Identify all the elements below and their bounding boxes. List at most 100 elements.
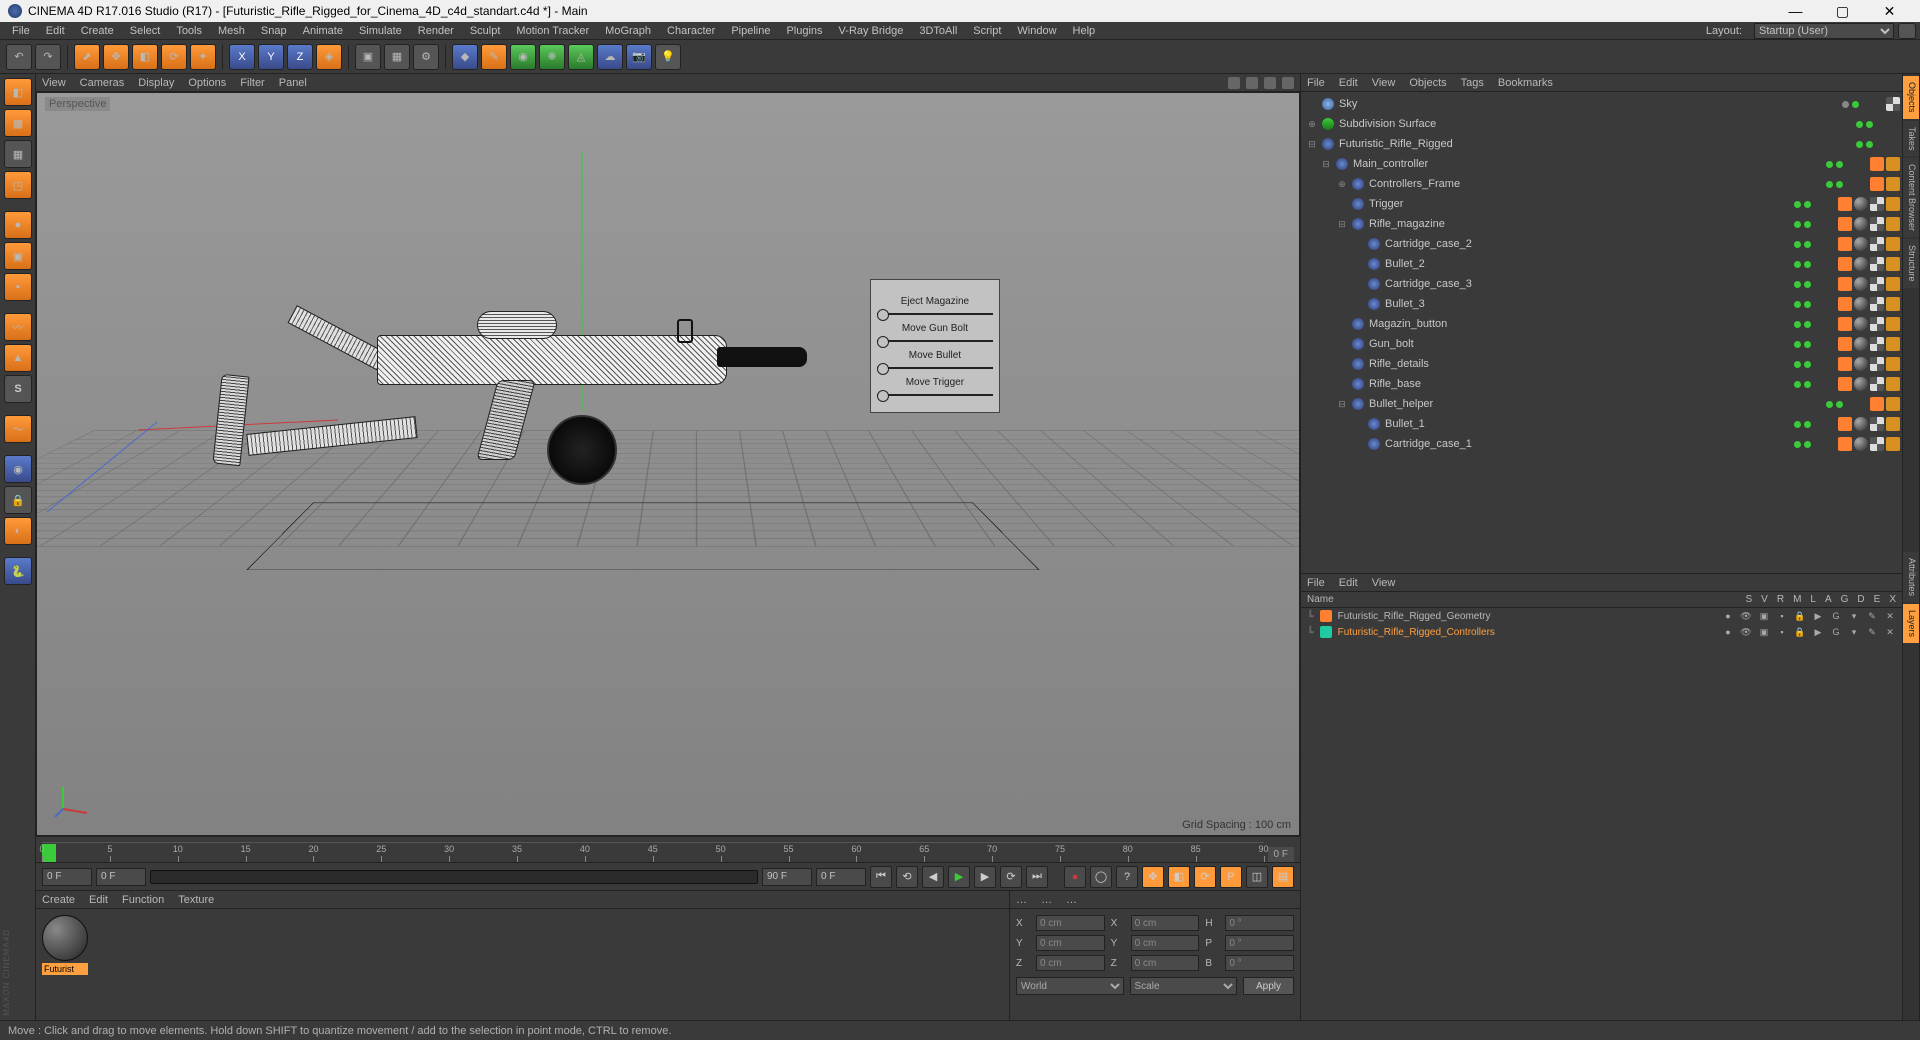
record-icon[interactable]: ●	[1064, 866, 1086, 888]
tag-star-icon[interactable]	[1886, 157, 1900, 171]
layer-row[interactable]: ┗Futuristic_Rifle_Rigged_Controllers●👁▣▪…	[1301, 624, 1902, 640]
keyopt-icon[interactable]: ?	[1116, 866, 1138, 888]
menu-item[interactable]: Render	[410, 23, 462, 39]
object-node[interactable]: Cartridge_case_1	[1303, 434, 1900, 454]
visibility-dots[interactable]	[1794, 201, 1811, 208]
object-node[interactable]: Cartridge_case_2	[1303, 234, 1900, 254]
tag-orange-icon[interactable]	[1838, 437, 1852, 451]
tag-star-icon[interactable]	[1886, 437, 1900, 451]
layer-toggle-icon[interactable]: 🔒	[1794, 626, 1806, 638]
coord-input[interactable]	[1225, 935, 1294, 951]
light-icon[interactable]: 💡	[655, 44, 681, 70]
object-node[interactable]: Sky	[1303, 94, 1900, 114]
close-button[interactable]: ✕	[1867, 1, 1912, 21]
layer-toggle-icon[interactable]: ▶	[1812, 610, 1824, 622]
menu-item[interactable]: V-Ray Bridge	[831, 23, 912, 39]
subdivision-icon[interactable]: ◉	[510, 44, 536, 70]
tag-orange-icon[interactable]	[1838, 377, 1852, 391]
coord-hdr[interactable]: …	[1041, 894, 1052, 906]
expand-icon[interactable]: ⊟	[1307, 139, 1317, 150]
coord-hdr[interactable]: …	[1066, 894, 1077, 906]
point-mode-icon[interactable]: ▪	[4, 273, 32, 301]
right-tab[interactable]: Takes	[1903, 121, 1919, 157]
object-tags[interactable]	[1838, 297, 1900, 311]
expand-icon[interactable]: ⊟	[1337, 219, 1347, 230]
tag-chk-icon[interactable]	[1870, 237, 1884, 251]
layout-select[interactable]: Startup (User)	[1754, 23, 1894, 39]
visibility-dots[interactable]	[1794, 441, 1811, 448]
tag-orange-icon[interactable]	[1838, 217, 1852, 231]
menu-item[interactable]: Character	[659, 23, 723, 39]
layer-toggle-icon[interactable]: 👁	[1740, 610, 1752, 622]
key-pos-icon[interactable]: ✥	[1142, 866, 1164, 888]
visibility-dots[interactable]	[1794, 301, 1811, 308]
lay-menu[interactable]: File	[1307, 577, 1325, 589]
layer-toggle-icon[interactable]: ●	[1722, 610, 1734, 622]
mat-menu[interactable]: Create	[42, 894, 75, 906]
visibility-dots[interactable]	[1794, 241, 1811, 248]
visibility-dots[interactable]	[1794, 221, 1811, 228]
uv-mode-icon[interactable]: ▦	[4, 140, 32, 168]
menu-item[interactable]: Motion Tracker	[508, 23, 597, 39]
tag-orange-icon[interactable]	[1838, 317, 1852, 331]
visibility-dots[interactable]	[1856, 121, 1873, 128]
rig-control-panel[interactable]: Eject Magazine Move Gun Bolt Move Bullet…	[870, 279, 1000, 413]
layer-toggle-icon[interactable]: ▪	[1776, 610, 1788, 622]
tag-sph-icon[interactable]	[1854, 337, 1868, 351]
right-tab[interactable]: Content Browser	[1903, 158, 1919, 237]
tag-chk-icon[interactable]	[1870, 257, 1884, 271]
minimize-button[interactable]: —	[1773, 1, 1818, 21]
object-node[interactable]: ⊟Rifle_magazine	[1303, 214, 1900, 234]
vp-menu[interactable]: Display	[138, 77, 174, 89]
mat-menu[interactable]: Function	[122, 894, 164, 906]
workplane-icon[interactable]: ◳	[4, 171, 32, 199]
x-axis-icon[interactable]: X	[229, 44, 255, 70]
tag-chk-icon[interactable]	[1886, 97, 1900, 111]
object-tree[interactable]: Sky⊕Subdivision Surface⊟Futuristic_Rifle…	[1301, 92, 1902, 573]
texture-mode-icon[interactable]: ▩	[4, 109, 32, 137]
play-icon[interactable]: ▶	[948, 866, 970, 888]
menu-item[interactable]: Select	[122, 23, 169, 39]
tag-star-icon[interactable]	[1886, 357, 1900, 371]
maximize-button[interactable]: ▢	[1820, 1, 1865, 21]
redo-icon[interactable]: ↷	[35, 44, 61, 70]
obj-menu[interactable]: File	[1307, 77, 1325, 89]
model-mode-icon[interactable]: ◧	[4, 78, 32, 106]
expand-icon[interactable]: ⊟	[1337, 399, 1347, 410]
layer-toggle-icon[interactable]: ▶	[1812, 626, 1824, 638]
goto-start-icon[interactable]: ⏮	[870, 866, 892, 888]
object-node[interactable]: Bullet_3	[1303, 294, 1900, 314]
coord-input[interactable]	[1131, 935, 1200, 951]
camera-icon[interactable]: 📷	[626, 44, 652, 70]
tag-sph-icon[interactable]	[1854, 257, 1868, 271]
visibility-dots[interactable]	[1794, 281, 1811, 288]
layer-toggle-icon[interactable]: ▣	[1758, 626, 1770, 638]
layer-toggle-icon[interactable]: ▪	[1776, 626, 1788, 638]
lay-menu[interactable]: View	[1372, 577, 1396, 589]
range-to-input[interactable]	[762, 868, 812, 886]
render-region-icon[interactable]: ▦	[384, 44, 410, 70]
tag-chk-icon[interactable]	[1870, 337, 1884, 351]
object-node[interactable]: ⊟Futuristic_Rifle_Rigged	[1303, 134, 1900, 154]
viewport-perspective[interactable]: Perspective Eject Magazine Move Gun Bolt	[36, 92, 1300, 836]
object-node[interactable]: Gun_bolt	[1303, 334, 1900, 354]
visibility-dots[interactable]	[1826, 161, 1843, 168]
tag-sph-icon[interactable]	[1854, 437, 1868, 451]
obj-menu[interactable]: Edit	[1339, 77, 1358, 89]
rotate-tool-icon[interactable]: ⟳	[161, 44, 187, 70]
visibility-dots[interactable]	[1826, 401, 1843, 408]
tag-star-icon[interactable]	[1886, 317, 1900, 331]
layer-toggle-icon[interactable]: 👁	[1740, 626, 1752, 638]
obj-menu[interactable]: Bookmarks	[1498, 77, 1553, 89]
expand-icon[interactable]: ⊟	[1321, 159, 1331, 170]
menu-item[interactable]: Window	[1009, 23, 1064, 39]
menu-item[interactable]: Animate	[295, 23, 351, 39]
layer-color-swatch[interactable]	[1320, 610, 1332, 622]
vp-nav-zoom-icon[interactable]	[1246, 77, 1258, 89]
menu-item[interactable]: Script	[965, 23, 1009, 39]
menu-item[interactable]: Pipeline	[723, 23, 778, 39]
object-node[interactable]: Rifle_base	[1303, 374, 1900, 394]
object-tags[interactable]	[1838, 357, 1900, 371]
visibility-dots[interactable]	[1794, 381, 1811, 388]
object-tags[interactable]	[1838, 217, 1900, 231]
